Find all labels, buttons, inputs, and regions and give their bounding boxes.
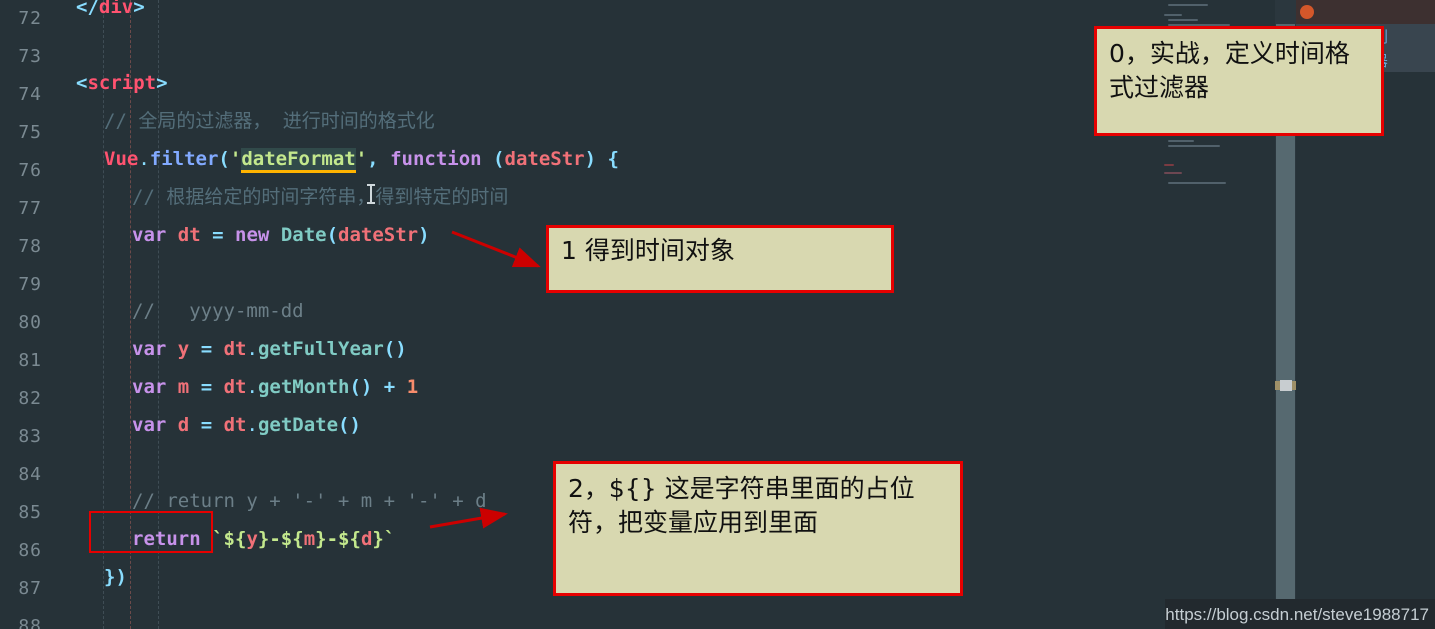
code-line: var d = dt.getDate() [132,414,361,436]
line-number: 81 [18,350,42,371]
annotation-callout-1: 1 得到时间对象 [546,225,894,293]
line-number: 73 [18,46,42,67]
code-line: // 根据给定的时间字符串，得到特定的时间 [132,186,509,208]
annotation-callout-0: 0，实战，定义时间格式过滤器 [1094,26,1384,136]
line-number: 84 [18,464,42,485]
line-number: 72 [18,8,42,29]
line-number: 86 [18,540,42,561]
code-line: var m = dt.getMonth() + 1 [132,376,419,398]
code-line: <script> [76,72,168,94]
annotation-text: 1 得到时间对象 [561,236,735,265]
text-cursor-icon [367,184,375,204]
right-panel-background [1296,72,1435,629]
line-number: 80 [18,312,42,333]
screenshot-root: 5 02.品牌列 5 03.过滤器 72 73 74 75 76 77 78 7… [0,0,1435,629]
line-number: 87 [18,578,42,599]
code-line: </div> [76,0,145,18]
line-number: 85 [18,502,42,523]
line-number: 76 [18,160,42,181]
line-number: 75 [18,122,42,143]
return-keyword-highlight-box [89,511,213,553]
annotation-text: 2，${} 这是字符串里面的占位符，把变量应用到里面 [568,474,915,537]
line-number: 77 [18,198,42,219]
annotation-callout-2: 2，${} 这是字符串里面的占位符，把变量应用到里面 [553,461,963,596]
scrollbar-marker-highlight [1280,380,1292,391]
code-line: // 全局的过滤器， 进行时间的格式化 [104,110,435,132]
line-number: 78 [18,236,42,257]
code-line: // yyyy-mm-dd [132,300,304,322]
list-item[interactable] [1296,0,1435,24]
code-line: Vue.filter('dateFormat', function (dateS… [48,140,1150,178]
line-number: 79 [18,274,42,295]
watermark-url: https://blog.csdn.net/steve1988717 [1165,605,1429,624]
code-line: var y = dt.getFullYear() [132,338,407,360]
annotation-text: 0，实战，定义时间格式过滤器 [1109,39,1350,102]
line-number: 88 [18,616,42,629]
line-number: 83 [18,426,42,447]
line-number: 74 [18,84,42,105]
line-number-gutter: 72 73 74 75 76 77 78 79 80 81 82 83 84 8… [0,0,48,629]
dot-icon [1300,5,1314,19]
line-number: 82 [18,388,42,409]
